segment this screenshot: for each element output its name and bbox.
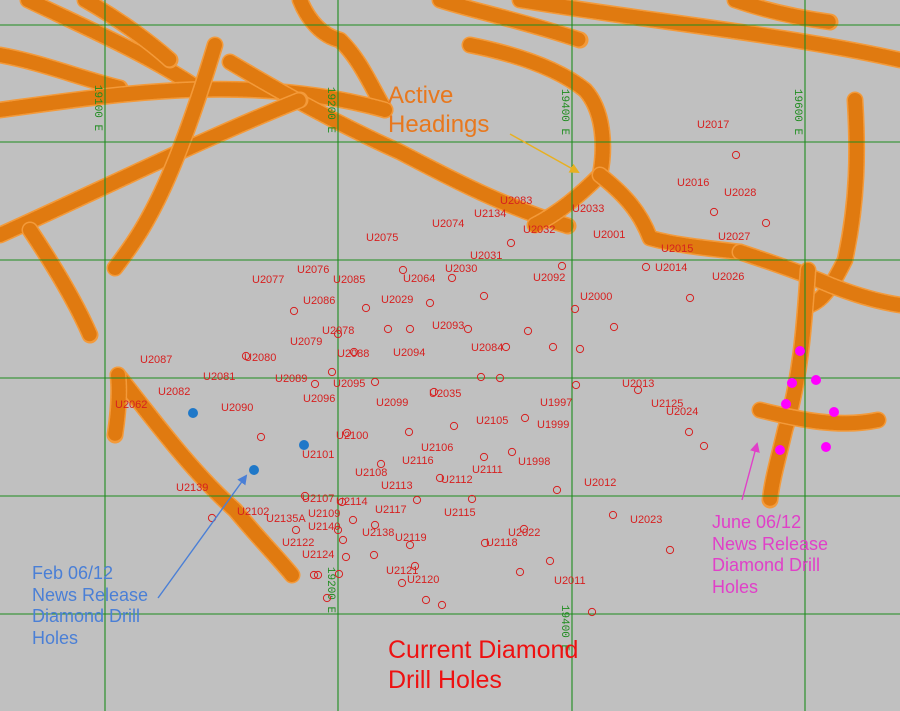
june-release-line-3: Diamond Drill: [712, 555, 821, 576]
june-release-arrow: [741, 442, 760, 501]
feb-release-note: Feb 06/12 News Release Diamond Drill Hol…: [32, 563, 148, 649]
june-release-line-1: June 06/12: [712, 512, 802, 532]
active-headings-line-2: Headings: [388, 110, 490, 138]
active-headings-arrow: [509, 133, 580, 173]
active-headings-label: Active Headings: [388, 82, 489, 140]
current-holes-title-line-2: Drill Holes: [388, 666, 502, 694]
feb-release-line-2: News Release: [32, 584, 149, 605]
active-headings-line-1: Active: [388, 82, 454, 109]
current-holes-title-line-1: Current Diamond: [388, 636, 579, 664]
feb-release-arrow: [157, 474, 248, 599]
current-holes-title: Current Diamond Drill Holes: [388, 635, 578, 695]
feb-release-line-1: Feb 06/12: [32, 563, 114, 583]
june-release-line-4: Holes: [712, 576, 759, 597]
june-release-line-2: News Release: [712, 533, 829, 554]
feb-release-line-3: Diamond Drill: [32, 606, 141, 627]
june-release-note: June 06/12 News Release Diamond Drill Ho…: [712, 512, 828, 598]
feb-release-line-4: Holes: [32, 627, 79, 648]
mine-plan-map: 19100 E 19200 E 19400 E 19600 E 19200 E 19400…: [0, 0, 900, 711]
